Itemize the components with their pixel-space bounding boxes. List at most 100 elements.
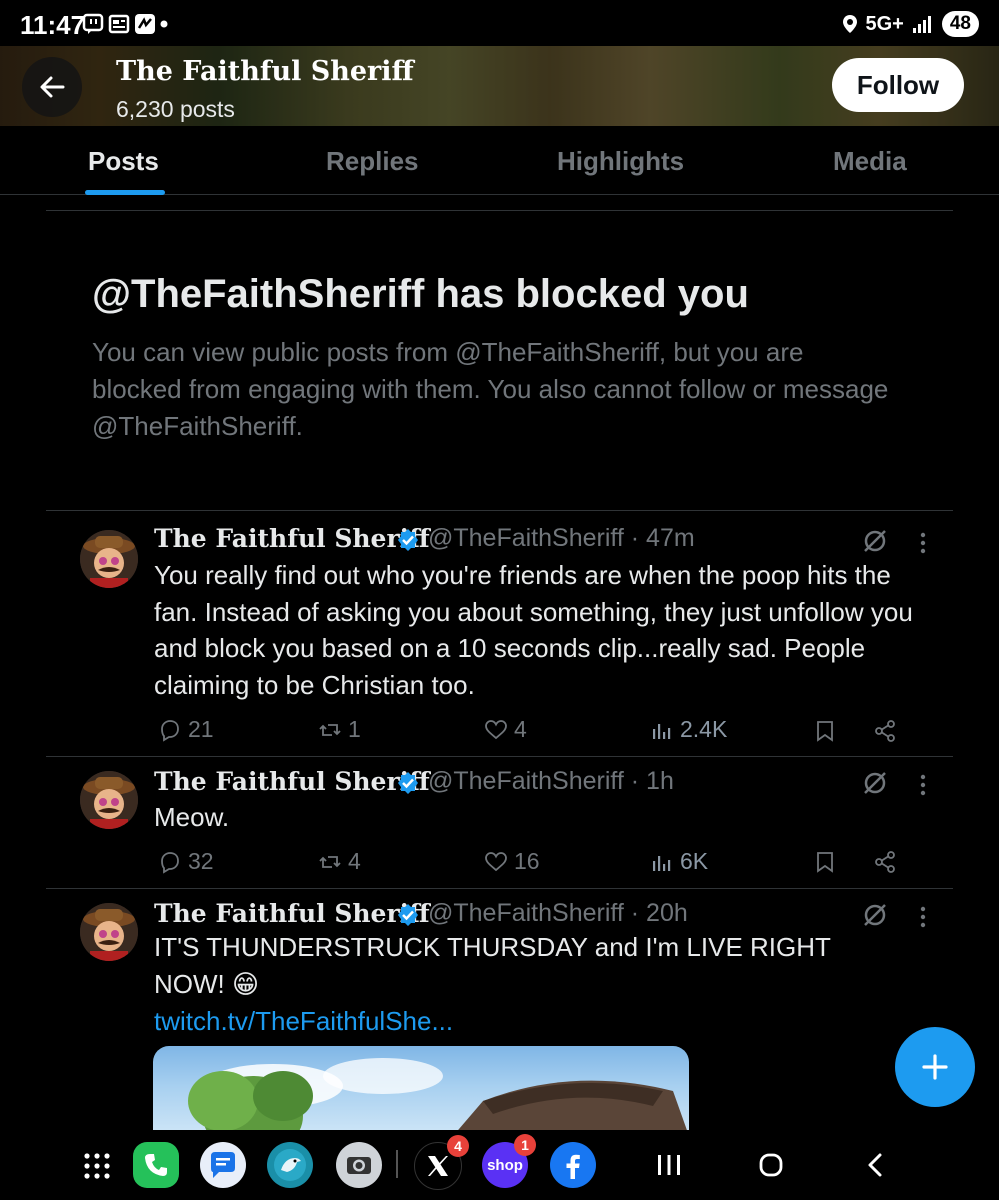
posts-count: 6,230 posts — [116, 96, 235, 122]
chat-bubble-icon — [211, 1152, 235, 1178]
avatar[interactable] — [80, 903, 138, 961]
news-notification-icon — [108, 14, 130, 34]
follow-button[interactable]: Follow — [832, 58, 964, 112]
like-button[interactable]: 16 — [484, 848, 540, 875]
sheriff-avatar-icon — [80, 771, 138, 829]
post-divider — [46, 510, 953, 511]
status-time: 11:47 — [20, 10, 86, 40]
like-count: 4 — [514, 716, 527, 742]
repost-count: 4 — [348, 848, 361, 874]
facebook-logo-icon — [566, 1154, 580, 1179]
bird-app-icon[interactable] — [267, 1142, 313, 1188]
divider — [46, 210, 953, 211]
repost-icon — [319, 723, 341, 736]
recent-apps-icon[interactable] — [656, 1153, 682, 1177]
heart-icon — [485, 851, 507, 871]
tab-posts[interactable]: Posts — [88, 146, 159, 177]
phone-app-icon[interactable] — [133, 1142, 179, 1188]
compose-post-button[interactable] — [895, 1027, 975, 1107]
post-handle-time: @TheFaithSheriff · 47m — [428, 524, 695, 552]
bookmark-icon[interactable] — [813, 850, 837, 874]
bird-icon — [274, 1149, 306, 1181]
post-divider — [46, 756, 953, 757]
shop-app-icon[interactable]: shop 1 — [482, 1134, 536, 1188]
share-icon[interactable] — [873, 719, 897, 743]
x-app-icon[interactable]: 4 — [414, 1135, 469, 1190]
profile-header: The Faithful Sheriff 6,230 posts Follow — [0, 46, 999, 126]
repost-count: 1 — [348, 716, 361, 742]
like-button[interactable]: 4 — [484, 716, 527, 743]
reply-icon — [161, 851, 179, 874]
verified-badge-icon — [398, 904, 418, 926]
signal-icon — [912, 16, 931, 33]
views-count: 2.4K — [680, 716, 728, 742]
tab-media[interactable]: Media — [833, 146, 907, 177]
reply-icon — [161, 719, 179, 742]
dock-separator — [396, 1150, 398, 1178]
twitch-notification-icon — [82, 13, 104, 34]
reply-button[interactable]: 21 — [158, 716, 214, 743]
messages-app-icon[interactable] — [200, 1142, 246, 1188]
post-divider — [46, 888, 953, 889]
heart-icon — [485, 719, 507, 739]
post-author-name[interactable]: The Faithful Sheriff — [154, 524, 430, 553]
x-logo-icon — [428, 1156, 448, 1176]
sheriff-avatar-icon — [80, 530, 138, 588]
location-icon — [842, 15, 857, 33]
views-button[interactable]: 6K — [650, 848, 708, 875]
reply-count: 32 — [188, 848, 214, 874]
back-nav-icon[interactable] — [864, 1152, 886, 1178]
post-author-name[interactable]: The Faithful Sheriff — [154, 767, 430, 796]
back-button[interactable] — [22, 57, 82, 117]
repost-button[interactable]: 1 — [318, 716, 361, 743]
views-chart-icon — [653, 723, 671, 739]
camera-icon — [347, 1157, 371, 1174]
arrow-left-icon — [40, 76, 65, 98]
post-text: Meow. — [154, 802, 230, 832]
views-button[interactable]: 2.4K — [650, 716, 727, 743]
camera-app-icon[interactable] — [336, 1142, 382, 1188]
avatar[interactable] — [80, 530, 138, 588]
tab-highlights[interactable]: Highlights — [557, 146, 684, 177]
profile-tabs: Posts Replies Highlights Media — [0, 126, 999, 195]
app-notification-icon — [135, 14, 155, 34]
post-author-name[interactable]: The Faithful Sheriff — [154, 899, 430, 928]
post-media-image[interactable] — [153, 1046, 689, 1136]
phone-icon — [145, 1154, 167, 1176]
blocked-title: @TheFaithSheriff has blocked you — [92, 272, 749, 316]
views-chart-icon — [653, 855, 671, 871]
shop-notification-badge: 1 — [514, 1134, 536, 1156]
more-options-icon[interactable] — [920, 906, 926, 928]
stream-thumbnail-image — [188, 1058, 689, 1136]
x-notification-badge: 4 — [447, 1135, 469, 1157]
grok-icon[interactable] — [862, 770, 888, 796]
active-tab-indicator — [85, 190, 165, 195]
reply-button[interactable]: 32 — [158, 848, 214, 875]
verified-badge-icon — [398, 529, 418, 551]
more-options-icon[interactable] — [920, 532, 926, 554]
repost-button[interactable]: 4 — [318, 848, 361, 875]
post-handle-time: @TheFaithSheriff · 20h — [428, 899, 688, 927]
shop-label: shop — [487, 1156, 523, 1174]
repost-icon — [319, 855, 341, 868]
grok-icon[interactable] — [862, 528, 888, 554]
home-icon[interactable] — [758, 1152, 784, 1178]
verified-badge-icon — [398, 772, 418, 794]
avatar[interactable] — [80, 771, 138, 829]
tab-replies[interactable]: Replies — [326, 146, 419, 177]
bookmark-icon[interactable] — [813, 719, 837, 743]
post-text: IT'S THUNDERSTRUCK THURSDAY and I'm LIVE… — [154, 932, 831, 999]
share-icon[interactable] — [873, 850, 897, 874]
network-type: 5G+ — [865, 12, 904, 35]
views-count: 6K — [680, 848, 709, 874]
battery-level: 48 — [941, 11, 979, 37]
plus-icon — [922, 1054, 948, 1080]
app-drawer-icon[interactable] — [82, 1151, 112, 1181]
facebook-app-icon[interactable] — [550, 1142, 596, 1188]
status-indicators: 5G+ 48 — [842, 9, 979, 39]
post-handle-time: @TheFaithSheriff · 1h — [428, 767, 674, 795]
post-link[interactable]: twitch.tv/TheFaithfulShe... — [154, 1003, 934, 1040]
more-options-icon[interactable] — [920, 774, 926, 796]
grok-icon[interactable] — [862, 902, 888, 928]
post-text: You really find out who you're friends a… — [154, 560, 913, 700]
